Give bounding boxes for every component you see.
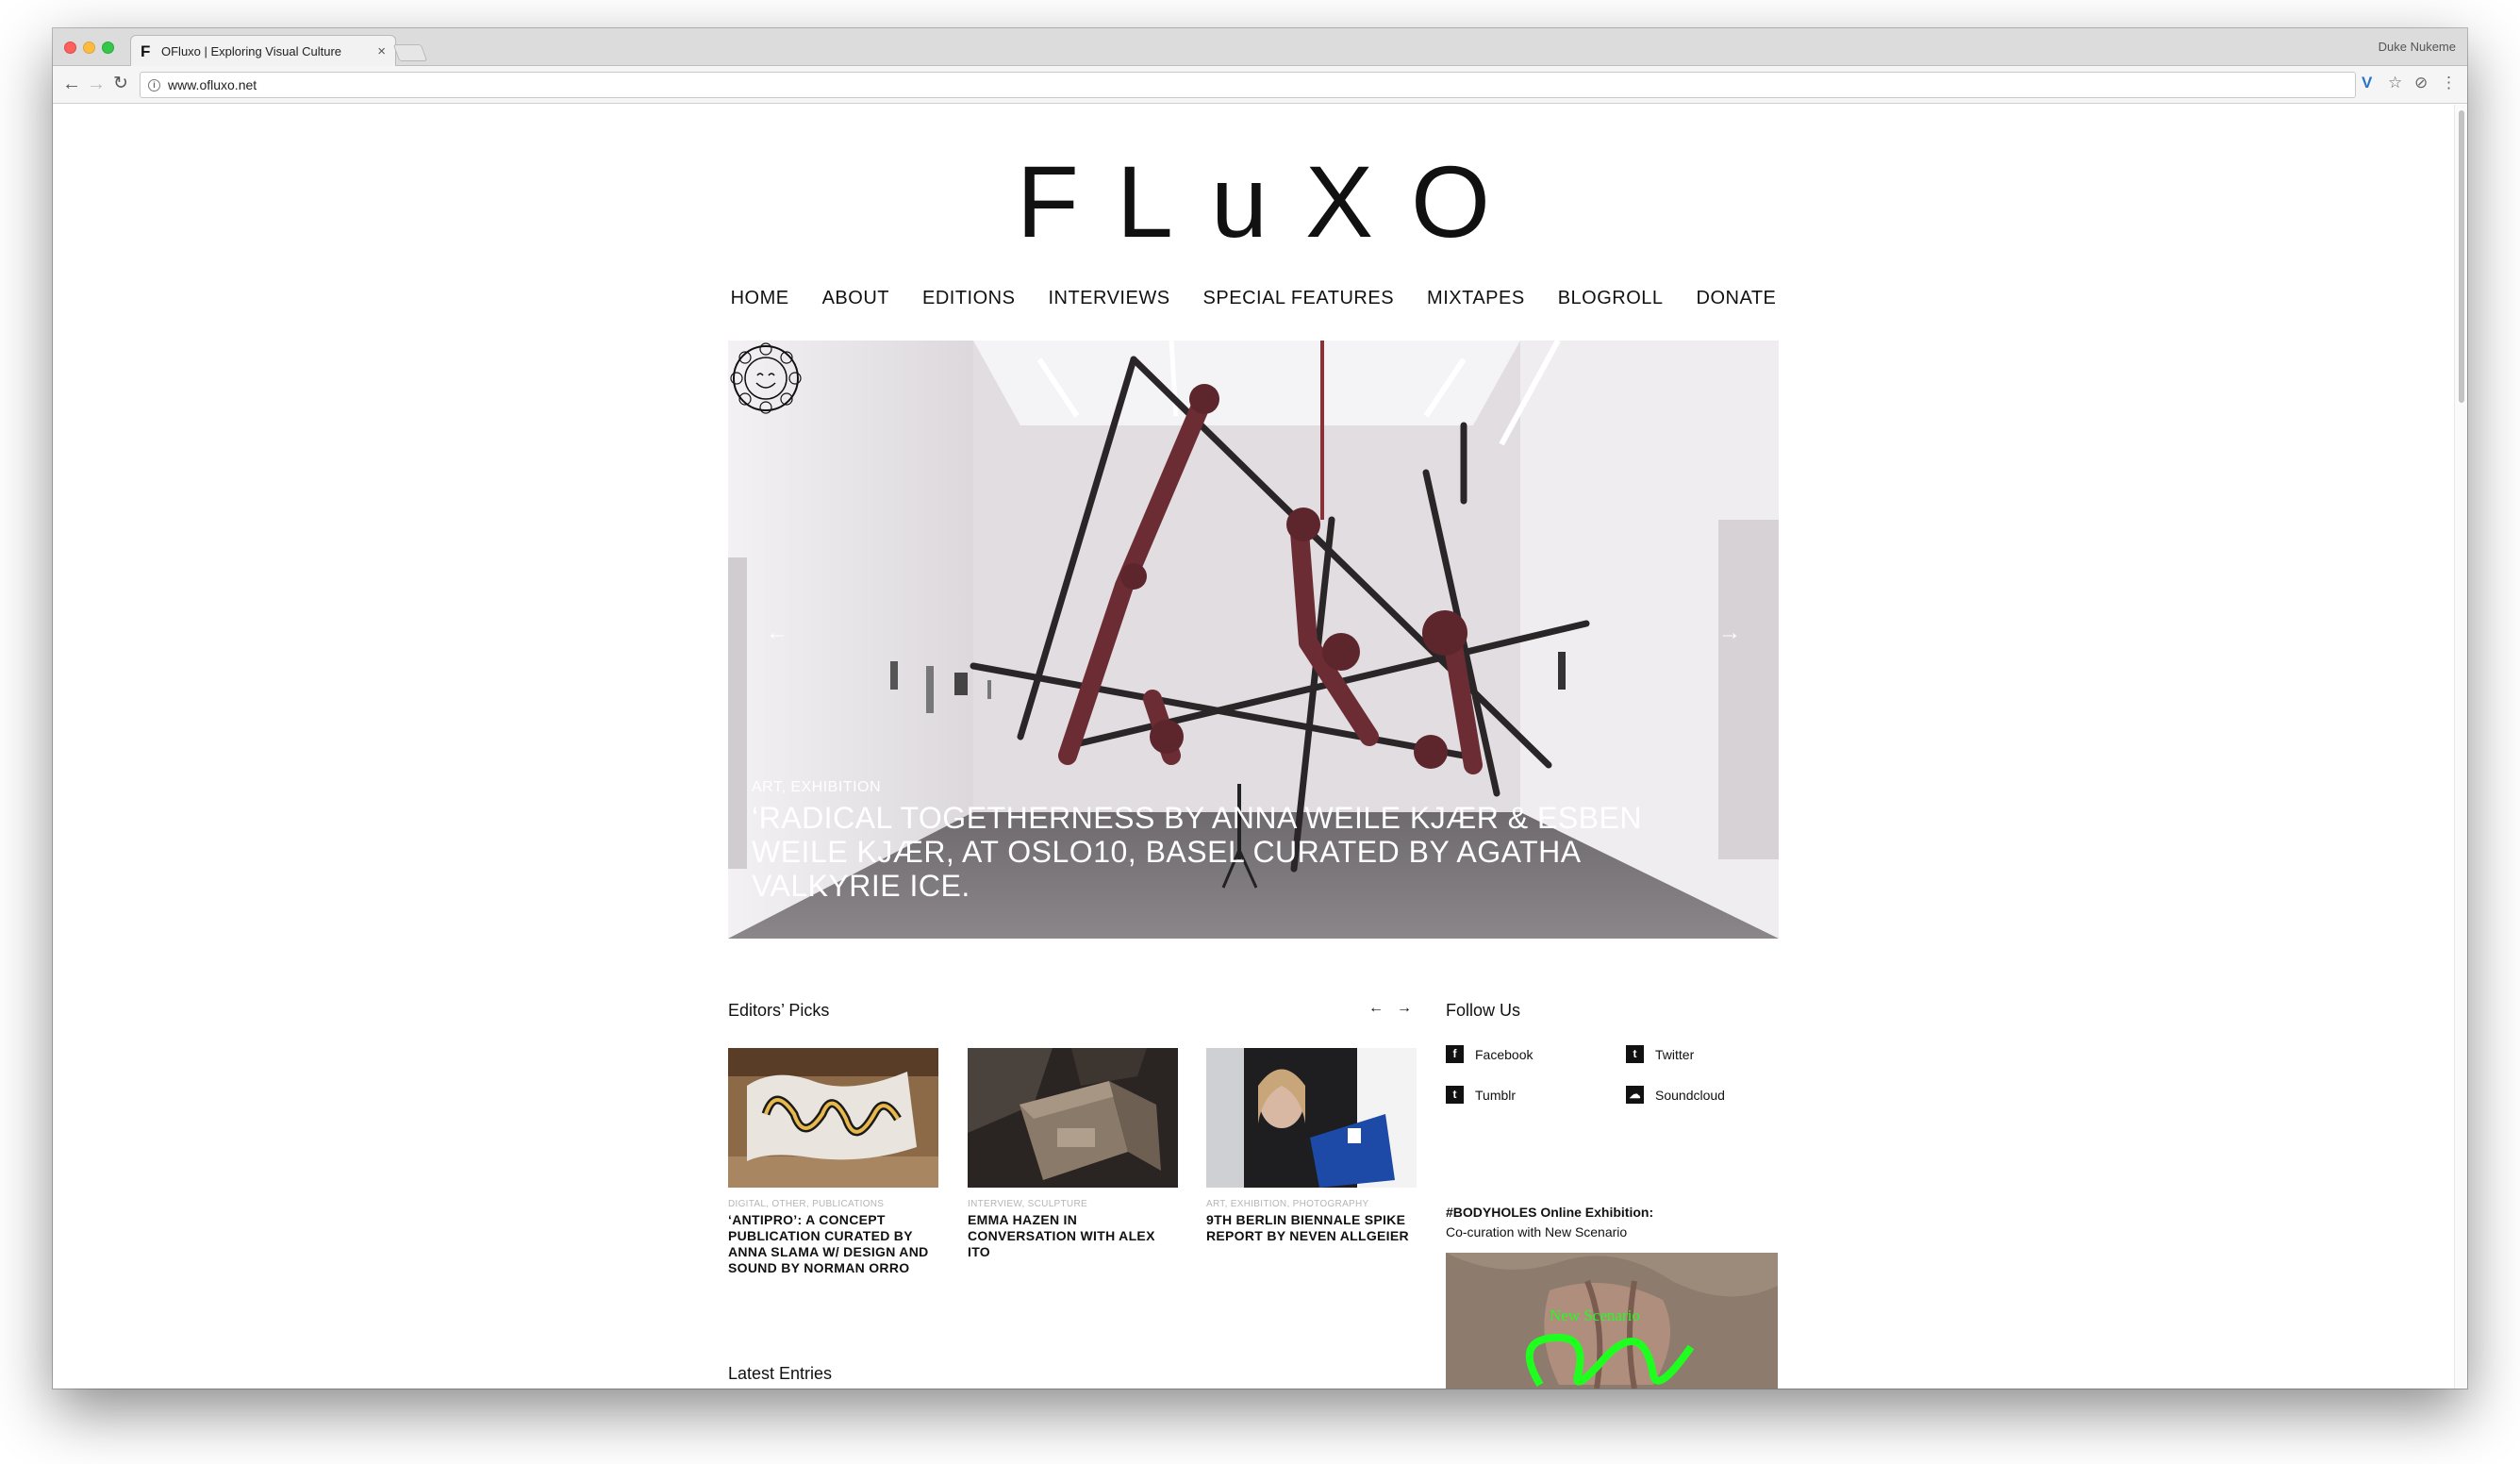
slider-prev-icon[interactable]: ←	[766, 620, 788, 646]
bodyholes-image-text: New Scenario	[1550, 1306, 1640, 1324]
zoom-window-button[interactable]	[102, 42, 114, 54]
social-twitter[interactable]: t Twitter	[1626, 1045, 1694, 1063]
info-icon[interactable]: i	[148, 78, 160, 92]
address-bar[interactable]: i www.ofluxo.net	[140, 72, 2356, 98]
hero-categories[interactable]: ART, EXHIBITION	[752, 779, 881, 796]
nav-donate[interactable]: DONATE	[1697, 288, 1777, 309]
pick-categories[interactable]: ART, EXHIBITION, PHOTOGRAPHY	[1206, 1199, 1417, 1209]
tab-title: OFluxo | Exploring Visual Culture	[161, 44, 342, 58]
pick-thumbnail[interactable]	[968, 1048, 1178, 1188]
picks-next-icon[interactable]: →	[1397, 1000, 1412, 1017]
editors-picks-heading: Editors’ Picks	[728, 1001, 830, 1020]
pick-title[interactable]: EMMA HAZEN IN CONVERSATION WITH ALEX ITO	[968, 1212, 1178, 1260]
close-window-button[interactable]	[64, 42, 76, 54]
tab-strip: F OFluxo | Exploring Visual Culture × Du…	[53, 28, 2467, 67]
tab-close-icon[interactable]: ×	[377, 43, 386, 59]
social-soundcloud[interactable]: ☁ Soundcloud	[1626, 1086, 1725, 1104]
pick-title[interactable]: ‘ANTIPRO’: A CONCEPT PUBLICATION CURATED…	[728, 1212, 938, 1276]
profile-name[interactable]: Duke Nukeme	[2379, 40, 2456, 54]
bodyholes-subtitle: Co-curation with New Scenario	[1446, 1224, 1628, 1239]
pick-card-antipro[interactable]: DIGITAL, OTHER, PUBLICATIONS ‘ANTIPRO’: …	[728, 1048, 938, 1276]
bookmark-star-icon[interactable]: ☆	[2388, 74, 2402, 92]
pick-categories[interactable]: INTERVIEW, SCULPTURE	[968, 1199, 1178, 1209]
main-nav: HOME ABOUT EDITIONS INTERVIEWS SPECIAL F…	[53, 288, 2454, 309]
social-label: Twitter	[1655, 1046, 1695, 1062]
browser-toolbar: ← → ↻ i www.ofluxo.net V ☆ ⊘ ⋮	[53, 66, 2467, 104]
scroll-thumb[interactable]	[2459, 110, 2464, 403]
nav-blogroll[interactable]: BLOGROLL	[1558, 288, 1664, 309]
slider-next-icon[interactable]: →	[1718, 620, 1741, 646]
smiley-logo-icon	[730, 342, 802, 414]
nav-home[interactable]: HOME	[731, 288, 789, 309]
pick-title[interactable]: 9TH BERLIN BIENNALE SPIKE REPORT BY NEVE…	[1206, 1212, 1417, 1244]
picks-prev-icon[interactable]: ←	[1368, 1000, 1384, 1017]
nav-interviews[interactable]: INTERVIEWS	[1048, 288, 1169, 309]
page-scrollbar[interactable]	[2454, 105, 2467, 1389]
forward-icon[interactable]: →	[87, 74, 106, 94]
twitter-icon: t	[1626, 1045, 1644, 1063]
pick-categories[interactable]: DIGITAL, OTHER, PUBLICATIONS	[728, 1199, 938, 1209]
follow-us-heading: Follow Us	[1446, 1001, 1521, 1020]
menu-icon[interactable]: ⋮	[2441, 74, 2457, 92]
social-label: Tumblr	[1475, 1087, 1517, 1103]
facebook-icon: f	[1446, 1045, 1464, 1063]
pick-card-emma-hazen[interactable]: INTERVIEW, SCULPTURE EMMA HAZEN IN CONVE…	[968, 1048, 1178, 1260]
browser-window: F OFluxo | Exploring Visual Culture × Du…	[53, 28, 2467, 1389]
extension-v-icon[interactable]: V	[2362, 74, 2372, 92]
social-label: Soundcloud	[1655, 1087, 1725, 1103]
new-tab-button[interactable]	[392, 44, 428, 61]
editors-picks-arrows: ← →	[1368, 1000, 1412, 1017]
minimize-window-button[interactable]	[83, 42, 95, 54]
site-logo[interactable]: FLuXO	[53, 142, 2454, 260]
social-facebook[interactable]: f Facebook	[1446, 1045, 1533, 1063]
browser-tab[interactable]: F OFluxo | Exploring Visual Culture ×	[130, 35, 396, 67]
bodyholes-title[interactable]: #BODYHOLES Online Exhibition:	[1446, 1205, 1653, 1220]
latest-entries-heading: Latest Entries	[728, 1364, 833, 1383]
nav-editions[interactable]: EDITIONS	[922, 288, 1015, 309]
page-viewport: FLuXO HOME ABOUT EDITIONS INTERVIEWS SPE…	[53, 105, 2467, 1389]
tumblr-icon: t	[1446, 1086, 1464, 1104]
social-label: Facebook	[1475, 1046, 1534, 1062]
pick-thumbnail[interactable]	[728, 1048, 938, 1188]
social-tumblr[interactable]: t Tumblr	[1446, 1086, 1516, 1104]
nav-mixtapes[interactable]: MIXTAPES	[1427, 288, 1525, 309]
nav-special-features[interactable]: SPECIAL FEATURES	[1203, 288, 1395, 309]
favicon-icon: F	[141, 42, 151, 60]
hero-title[interactable]: ‘RADICAL TOGETHERNESS BY ANNA WEILE KJÆR…	[752, 801, 1732, 903]
url-text[interactable]: www.ofluxo.net	[168, 77, 257, 92]
bodyholes-image[interactable]: New Scenario	[1446, 1253, 1778, 1389]
back-icon[interactable]: ←	[62, 74, 81, 94]
soundcloud-icon: ☁	[1626, 1086, 1644, 1104]
pick-thumbnail[interactable]	[1206, 1048, 1417, 1188]
pick-card-berlin-biennale[interactable]: ART, EXHIBITION, PHOTOGRAPHY 9TH BERLIN …	[1206, 1048, 1417, 1244]
extension-icon[interactable]: ⊘	[2414, 74, 2428, 92]
nav-about[interactable]: ABOUT	[822, 288, 889, 309]
reload-icon[interactable]: ↻	[113, 74, 128, 94]
hero-slider[interactable]: ← → ART, EXHIBITION ‘RADICAL TOGETHERNES…	[728, 341, 1779, 939]
